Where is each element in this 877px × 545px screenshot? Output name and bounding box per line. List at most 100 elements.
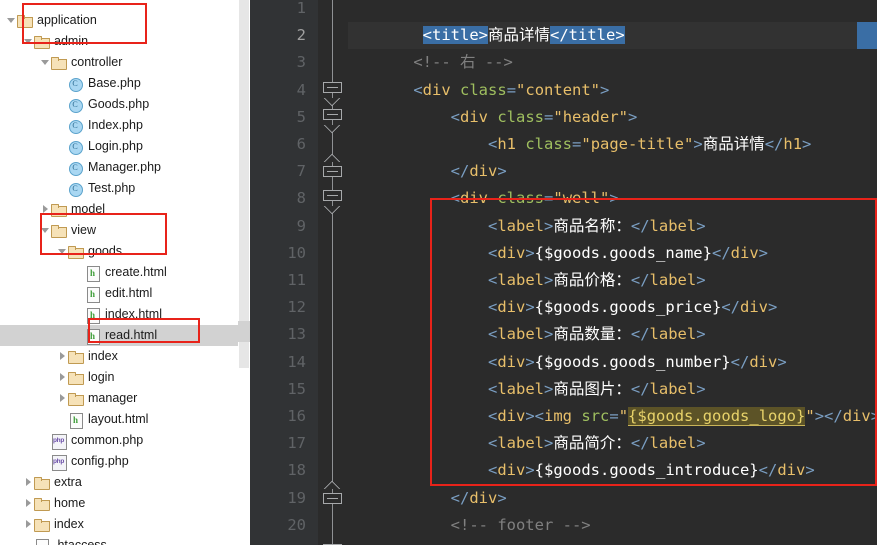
tree-item-login[interactable]: login [0, 367, 238, 388]
code-line[interactable]: </div> [348, 485, 877, 512]
tree-item-manager-php[interactable]: C Manager.php [0, 157, 238, 178]
tree-item-home[interactable]: home [0, 493, 238, 514]
code-line[interactable]: <label>商品简介：</label> [348, 430, 877, 457]
code-line[interactable]: <label>商品价格：</label> [348, 267, 877, 294]
chevron-right-icon[interactable] [57, 388, 68, 409]
tree-item-manager[interactable]: manager [0, 388, 238, 409]
tree-item-edit-html[interactable]: h edit.html [0, 283, 238, 304]
chevron-down-icon[interactable] [40, 220, 51, 241]
code-line[interactable]: <div class="header"> [348, 104, 877, 131]
chevron-right-icon[interactable] [23, 472, 34, 493]
code-line[interactable]: <div><img src="{$goods.goods_logo}"></di… [348, 403, 877, 430]
chevron-right-icon[interactable] [57, 346, 68, 367]
code-line[interactable]: <div>{$goods.goods_name}</div> [348, 240, 877, 267]
sidebar-scrollbar-thumb[interactable] [239, 0, 249, 368]
code-folding-column[interactable] [318, 0, 348, 545]
chevron-down-icon[interactable] [40, 52, 51, 73]
tree-item-application[interactable]: application [0, 10, 238, 31]
chevron-right-icon[interactable] [23, 514, 34, 535]
code-line[interactable]: <!-- 右 --> [348, 49, 877, 76]
code-line[interactable]: <footer> [348, 539, 877, 545]
tree-item-label: Login.php [88, 139, 143, 153]
tree-item-label: goods [88, 244, 123, 258]
code-line[interactable]: <label>商品数量：</label> [348, 321, 877, 348]
line-number-gutter: 123456789101112131415161718192021 [250, 0, 318, 545]
tree-item-label: Manager.php [88, 160, 161, 174]
fold-toggle-icon[interactable] [323, 188, 342, 207]
code-line[interactable]: <div class="content"> [348, 77, 877, 104]
tree-item-goods-php[interactable]: C Goods.php [0, 94, 238, 115]
fold-toggle-icon[interactable] [323, 488, 342, 507]
tree-item-index[interactable]: index [0, 346, 238, 367]
tree-item-admin[interactable]: admin [0, 31, 238, 52]
line-number: 6 [296, 135, 306, 153]
code-line[interactable]: <title>商品详情</title> [348, 22, 877, 50]
tree-item-layout-html[interactable]: h layout.html [0, 409, 238, 430]
code-line[interactable]: <div>{$goods.goods_price}</div> [348, 294, 877, 321]
tree-item-index-php[interactable]: C Index.php [0, 115, 238, 136]
tree-item-test-php[interactable]: C Test.php [0, 178, 238, 199]
tree-item-view[interactable]: view [0, 220, 238, 241]
html-file-icon: h [85, 307, 101, 324]
sidebar-scrollbar-track[interactable] [238, 0, 250, 545]
tree-item-model[interactable]: model [0, 199, 238, 220]
folder-icon [51, 55, 67, 71]
tree-item-index-html[interactable]: h index.html [0, 304, 238, 325]
project-tree-panel[interactable]: application admin controller C Base.php C Good… [0, 0, 250, 545]
tree-item-create-html[interactable]: h create.html [0, 262, 238, 283]
php-class-icon: C [68, 181, 84, 197]
line-number: 16 [287, 407, 306, 425]
fold-toggle-icon[interactable] [323, 80, 342, 99]
code-line[interactable]: <div>{$goods.goods_introduce}</div> [348, 457, 877, 484]
chevron-down-icon[interactable] [23, 31, 34, 52]
chevron-right-icon[interactable] [40, 199, 51, 220]
tree-item-index[interactable]: index [0, 514, 238, 535]
code-editor[interactable]: 123456789101112131415161718192021 <title… [250, 0, 877, 545]
chevron-down-icon[interactable] [6, 10, 17, 31]
htaccess-file-icon [34, 538, 50, 545]
tree-item-label: common.php [71, 433, 144, 447]
tree-item-config-php[interactable]: php config.php [0, 451, 238, 472]
tree-item-label: config.php [71, 454, 129, 468]
tree-item-read-html[interactable]: h read.html [0, 325, 238, 346]
tree-item-label: Goods.php [88, 97, 150, 111]
fold-toggle-icon[interactable] [323, 107, 342, 126]
code-line[interactable]: <div>{$goods.goods_number}</div> [348, 349, 877, 376]
code-line[interactable]: <label>商品图片：</label> [348, 376, 877, 403]
tree-item-htaccess[interactable]: .htaccess [0, 535, 238, 545]
html-file-icon: h [85, 286, 101, 303]
tree-item-controller[interactable]: controller [0, 52, 238, 73]
line-number: 17 [287, 434, 306, 453]
code-line[interactable]: <div class="well"> [348, 185, 877, 212]
fold-toggle-icon[interactable] [323, 161, 342, 180]
code-line[interactable]: <!-- footer --> [348, 512, 877, 539]
tree-item-label: create.html [105, 265, 167, 279]
tree-item-label: view [71, 223, 97, 237]
chevron-right-icon[interactable] [23, 493, 34, 514]
tree-item-base-php[interactable]: C Base.php [0, 73, 238, 94]
php-class-icon: C [68, 97, 84, 113]
tree-item-goods[interactable]: goods [0, 241, 238, 262]
line-number: 1 [296, 0, 306, 17]
chevron-down-icon[interactable] [57, 241, 68, 262]
chevron-right-icon[interactable] [57, 367, 68, 388]
line-number: 11 [287, 271, 306, 289]
code-line[interactable]: <label>商品名称：</label> [348, 213, 877, 240]
project-tree[interactable]: application admin controller C Base.php C Good… [0, 0, 238, 545]
tree-item-extra[interactable]: extra [0, 472, 238, 493]
code-line[interactable] [348, 0, 877, 22]
code-content[interactable]: <title>商品详情</title> <!-- 右 --> <div clas… [348, 0, 877, 545]
tree-item-login-php[interactable]: C Login.php [0, 136, 238, 157]
tree-item-common-php[interactable]: php common.php [0, 430, 238, 451]
code-line[interactable]: <h1 class="page-title">商品详情</h1> [348, 131, 877, 158]
code-line[interactable]: </div> [348, 158, 877, 185]
